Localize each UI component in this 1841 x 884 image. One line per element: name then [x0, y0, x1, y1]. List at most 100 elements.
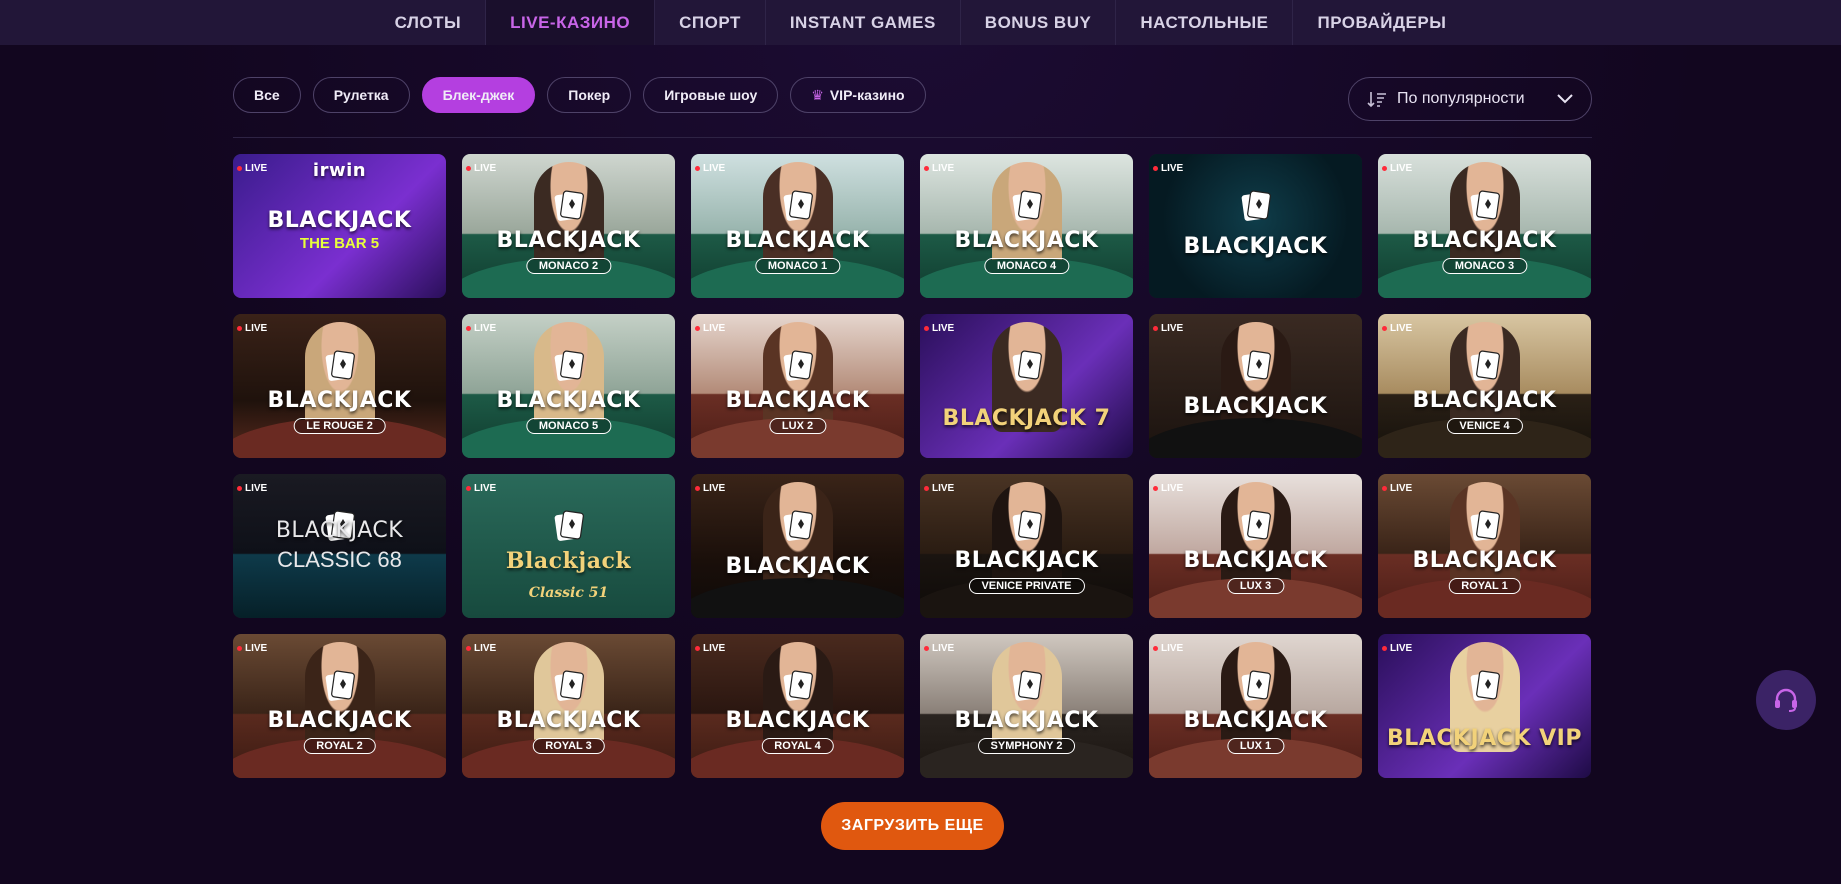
game-title: BLACKJACK [496, 388, 641, 413]
sort-label: По популярности [1397, 90, 1525, 107]
game-subtitle: LUX 2 [768, 418, 827, 434]
card-suit-icon [325, 350, 355, 381]
live-dot-icon [466, 326, 471, 331]
game-card[interactable]: LIVE BLACKJACK MONACO 3 [1378, 154, 1591, 298]
game-subtitle: SYMPHONY 2 [977, 738, 1076, 754]
live-label: LIVE [703, 323, 726, 334]
nav-tab-bonus-buy[interactable]: BONUS BUY [961, 0, 1117, 45]
support-button[interactable] [1756, 670, 1816, 730]
game-title: BLACKJACK [725, 554, 870, 579]
filter-chip-poker[interactable]: Покер [547, 77, 632, 113]
game-card[interactable]: LIVE BLACKJACK LUX 3 [1149, 474, 1362, 618]
headset-icon [1775, 688, 1797, 712]
load-more-button[interactable]: ЗАГРУЗИТЬ ЕЩЕ [821, 802, 1004, 850]
filter-chip-all[interactable]: Все [233, 77, 301, 113]
live-badge: LIVE [924, 323, 954, 334]
live-label: LIVE [932, 163, 955, 174]
live-label: LIVE [1161, 323, 1184, 334]
crown-icon: ♛ [811, 86, 824, 103]
game-subtitle: LE ROUGE 2 [293, 418, 386, 434]
game-card[interactable]: LIVE BLACKJACK LUX 2 [691, 314, 904, 458]
game-card[interactable]: LIVE BLACKJACK LE ROUGE 2 [233, 314, 446, 458]
game-card[interactable]: LIVE BLACKJACK [1149, 314, 1362, 458]
live-badge: LIVE [695, 163, 725, 174]
live-badge: LIVE [924, 643, 954, 654]
game-card[interactable]: LIVE irwin BLACKJACK THE BAR 5 [233, 154, 446, 298]
live-dot-icon [466, 166, 471, 171]
game-card[interactable]: LIVE BLACKJACK MONACO 1 [691, 154, 904, 298]
game-card[interactable]: LIVE BLACKJACK MONACO 5 [462, 314, 675, 458]
nav-tab-sport[interactable]: СПОРТ [655, 0, 766, 45]
live-dot-icon [237, 486, 242, 491]
game-title: BLACKJACK VIP [1387, 726, 1582, 751]
game-title: BLACKJACK [1183, 708, 1328, 733]
live-badge: LIVE [237, 483, 267, 494]
filter-chip-vip-casino[interactable]: ♛ VIP-казино [790, 77, 926, 113]
live-dot-icon [237, 326, 242, 331]
game-title: BLACKJACK [496, 228, 641, 253]
game-card[interactable]: LIVE BLACKJACK VIP [1378, 634, 1591, 778]
game-card[interactable]: LIVE Blackjack Classic 51 [462, 474, 675, 618]
game-subtitle: MONACO 5 [525, 418, 612, 434]
live-label: LIVE [245, 643, 268, 654]
game-card[interactable]: LIVE BLACKJACK LUX 1 [1149, 634, 1362, 778]
game-card[interactable]: LIVE BLACKJACK ROYAL 2 [233, 634, 446, 778]
game-card[interactable]: LIVE BLACKJACK SYMPHONY 2 [920, 634, 1133, 778]
game-title: BLACKJACK [954, 708, 1099, 733]
game-card[interactable]: LIVE BLACKJACK [1149, 154, 1362, 298]
live-label: LIVE [703, 643, 726, 654]
live-label: LIVE [932, 643, 955, 654]
game-title: BLACKJACK [1412, 548, 1557, 573]
filter-label: Все [254, 87, 280, 103]
game-thumbnail [1149, 154, 1362, 298]
live-badge: LIVE [237, 163, 267, 174]
game-card[interactable]: LIVE BLACKJACK 7 [920, 314, 1133, 458]
game-title: Blackjack [505, 548, 632, 574]
filter-chip-game-shows[interactable]: Игровые шоу [643, 77, 779, 113]
live-badge: LIVE [695, 323, 725, 334]
top-nav: СЛОТЫ LIVE-КАЗИНО СПОРТ INSTANT GAMES BO… [0, 0, 1841, 45]
game-title: BLACKJACK [725, 388, 870, 413]
game-card[interactable]: LIVE BLACKJACK MONACO 4 [920, 154, 1133, 298]
game-card[interactable]: LIVE BLACKJACK ROYAL 1 [1378, 474, 1591, 618]
game-card[interactable]: LIVE BLACKJACK VENICE 4 [1378, 314, 1591, 458]
game-title: BLACKJACK [496, 708, 641, 733]
card-suit-icon [1470, 350, 1500, 381]
card-suit-icon [1470, 510, 1500, 541]
live-badge: LIVE [1153, 483, 1183, 494]
nav-tab-instant-games[interactable]: INSTANT GAMES [766, 0, 961, 45]
game-card[interactable]: LIVE BLACKJACK ROYAL 3 [462, 634, 675, 778]
game-subtitle: LUX 1 [1226, 738, 1285, 754]
live-badge: LIVE [1153, 323, 1183, 334]
nav-tab-providers[interactable]: ПРОВАЙДЕРЫ [1293, 0, 1470, 45]
live-label: LIVE [1390, 483, 1413, 494]
chevron-down-icon [1557, 94, 1573, 104]
live-dot-icon [695, 326, 700, 331]
game-card[interactable]: LIVE BLACKJACK ROYAL 4 [691, 634, 904, 778]
game-card[interactable]: LIVE BLACKJACK MONACO 2 [462, 154, 675, 298]
filter-chip-blackjack[interactable]: Блек-джек [421, 77, 536, 113]
live-badge: LIVE [466, 643, 496, 654]
filter-chip-roulette[interactable]: Рулетка [312, 77, 410, 113]
card-suit-icon [554, 510, 584, 541]
filter-label: Рулетка [333, 87, 389, 103]
game-card[interactable]: LIVE BLACKJACK CLASSIC 68 [233, 474, 446, 618]
live-label: LIVE [474, 643, 497, 654]
live-label: LIVE [1390, 323, 1413, 334]
live-label: LIVE [932, 323, 955, 334]
card-suit-icon [783, 190, 813, 221]
nav-tab-table-games[interactable]: НАСТОЛЬНЫЕ [1116, 0, 1294, 45]
live-badge: LIVE [1382, 643, 1412, 654]
game-card[interactable]: LIVE BLACKJACK VENICE PRIVATE [920, 474, 1133, 618]
game-subtitle: VENICE PRIVATE [968, 578, 1085, 594]
live-label: LIVE [703, 483, 726, 494]
nav-tab-slots[interactable]: СЛОТЫ [371, 0, 487, 45]
game-subtitle: ROYAL 1 [1448, 578, 1521, 594]
card-suit-icon [783, 670, 813, 701]
game-card[interactable]: LIVE BLACKJACK [691, 474, 904, 618]
live-label: LIVE [474, 163, 497, 174]
card-suit-icon [554, 350, 584, 381]
sort-dropdown[interactable]: По популярности [1348, 77, 1592, 121]
game-subtitle: MONACO 4 [983, 258, 1070, 274]
nav-tab-live-casino[interactable]: LIVE-КАЗИНО [486, 0, 656, 45]
